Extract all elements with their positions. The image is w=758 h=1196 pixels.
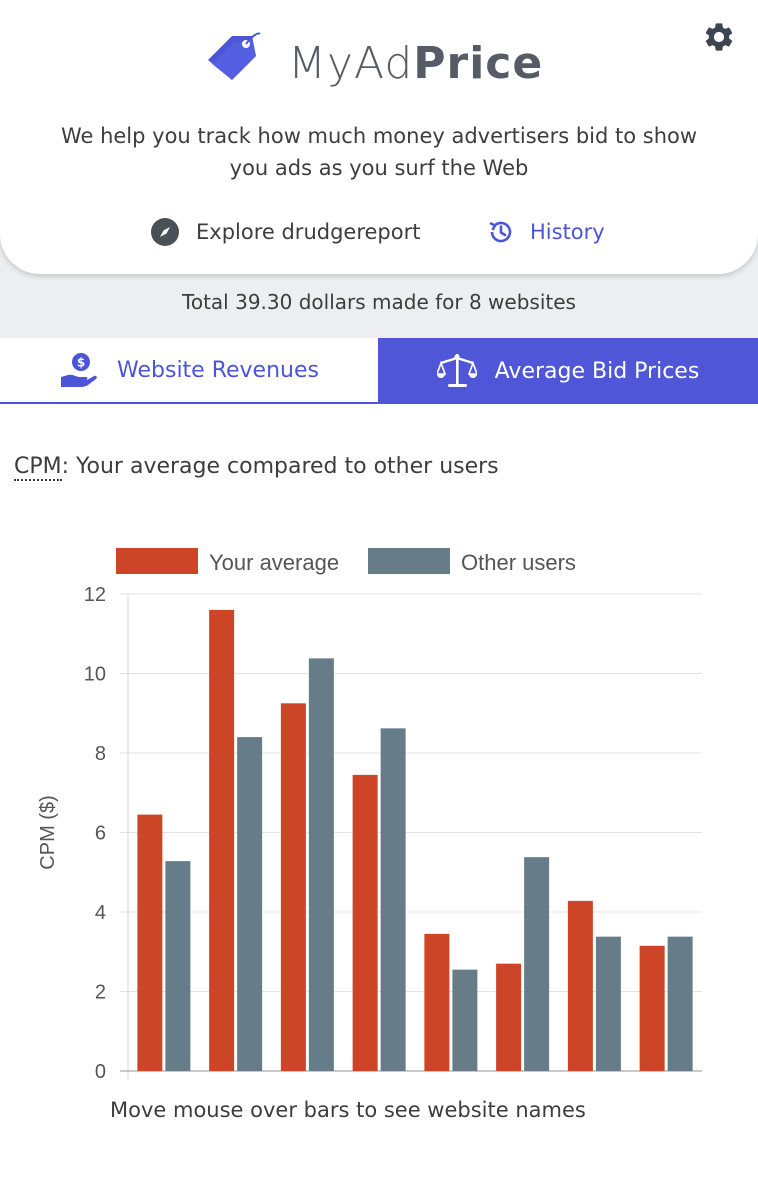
bar-other-users[interactable] [165, 861, 191, 1071]
price-tag-icon [208, 32, 261, 80]
bar-your-average[interactable] [209, 609, 235, 1071]
bar-your-average[interactable] [639, 945, 665, 1071]
logo-text-part1: MyAd [288, 38, 414, 89]
bar-your-average[interactable] [567, 900, 593, 1071]
bar-other-users[interactable] [237, 737, 263, 1071]
total-summary: Total 39.30 dollars made for 8 websites [182, 290, 576, 314]
explore-label: Explore drudgereport [196, 220, 421, 244]
header-card: MyAdPrice We help you track how much mon… [0, 0, 758, 274]
y-tick-label: 8 [95, 743, 106, 765]
logo-text: MyAdPrice [288, 38, 543, 89]
history-label: History [530, 220, 605, 244]
scale-icon [436, 354, 477, 387]
history-link[interactable]: History [486, 215, 605, 249]
tagline: We help you track how much money adverti… [60, 124, 698, 180]
logo-text-part2: Price [413, 38, 544, 89]
bar-your-average[interactable] [352, 774, 378, 1071]
cpm-bar-chart: 0 2 4 6 8 10 12 CPM ($) Your average Other users [37, 548, 702, 1083]
legend-swatch [116, 548, 198, 574]
explore-link[interactable]: Explore drudgereport [150, 215, 420, 249]
history-icon [489, 221, 512, 243]
bar-your-average[interactable] [137, 814, 163, 1071]
bar-your-average[interactable] [424, 933, 450, 1071]
legend-label[interactable]: Other users [461, 550, 576, 575]
cpm-abbreviation[interactable]: CPM [14, 454, 62, 481]
y-axis-label: CPM ($) [37, 795, 59, 869]
tab-average-bid-prices-label: Average Bid Prices [494, 358, 700, 384]
tab-website-revenues-label: Website Revenues [117, 357, 319, 383]
section-heading-text: : Your average compared to other users [61, 454, 499, 479]
gear-icon[interactable] [702, 20, 736, 54]
tab-website-revenues[interactable]: $ Website Revenues [0, 338, 378, 404]
tab-bar: $ Website Revenues Average Bid Prices [0, 338, 758, 404]
logo: MyAdPrice [202, 30, 562, 94]
y-tick-label: 0 [95, 1061, 106, 1083]
tab-average-bid-prices[interactable]: Average Bid Prices [378, 338, 758, 404]
bar-other-users[interactable] [595, 936, 621, 1071]
y-tick-label: 2 [95, 982, 106, 1004]
y-tick-label: 12 [84, 584, 106, 606]
compass-icon [151, 218, 179, 246]
bar-other-users[interactable] [452, 969, 478, 1071]
svg-text:$: $ [77, 356, 85, 370]
bar-other-users[interactable] [667, 936, 693, 1071]
y-tick-label: 10 [84, 664, 106, 686]
y-tick-label: 4 [95, 902, 106, 924]
y-tick-label: 6 [95, 823, 106, 845]
bar-other-users[interactable] [308, 658, 334, 1071]
legend-swatch [368, 548, 450, 574]
bar-other-users[interactable] [524, 857, 550, 1071]
bar-your-average[interactable] [496, 963, 522, 1071]
legend-label[interactable]: Your average [209, 550, 339, 575]
hand-coin-icon: $ [61, 353, 97, 387]
bar-your-average[interactable] [280, 703, 306, 1071]
section-heading: CPM: Your average compared to other user… [14, 454, 499, 481]
chart-note: Move mouse over bars to see website name… [110, 1098, 586, 1122]
bar-other-users[interactable] [380, 728, 406, 1071]
